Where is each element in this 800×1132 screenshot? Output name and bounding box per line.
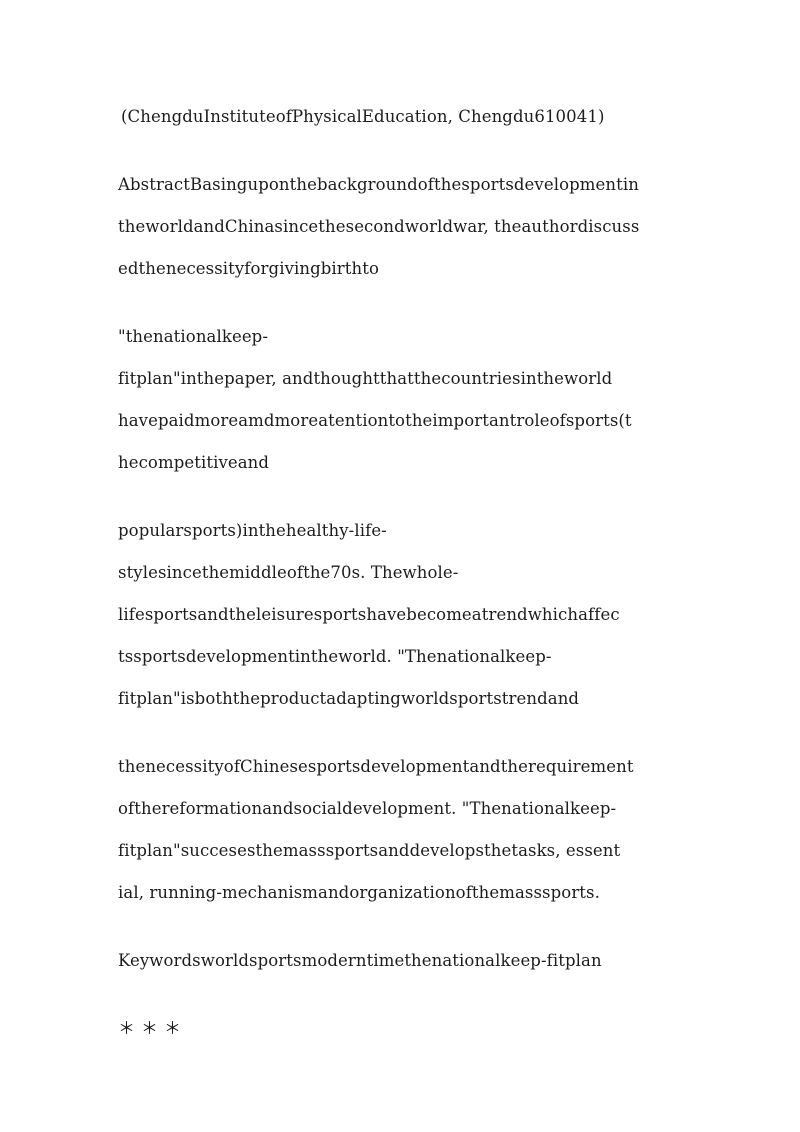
quote-line: fitplan"inthepaper, andthoughtthatthecou… [118,369,613,388]
popular-sports-paragraph: popularsports)inthehealthy-life- stylesi… [118,510,684,720]
keywords-paragraph: Keywordsworldsportsmoderntimethenational… [118,940,684,982]
popular-line: popularsports)inthehealthy-life- [118,521,387,540]
necessity-line: ofthereformationandsocialdevelopment. "T… [118,799,617,818]
abstract-line: theworldandChinasincethesecondworldwar, … [118,217,640,236]
affiliation-line: (ChengduInstituteofPhysicalEducation, Ch… [121,107,605,126]
abstract-paragraph: AbstractBasinguponthebackgroundofthespor… [118,164,684,290]
popular-line: tssportsdevelopmentintheworld. "Thenatio… [118,647,552,666]
abstract-line: edthenecessityforgivingbirthto [118,259,380,278]
abstract-line: AbstractBasinguponthebackgroundofthespor… [118,175,639,194]
popular-line: stylesincethemiddleofthe70s. Thewhole- [118,563,459,582]
asterisk-separator-line: ＊＊＊ [118,1019,187,1039]
affiliation-paragraph: (ChengduInstituteofPhysicalEducation, Ch… [118,96,684,138]
quote-line: hecompetitiveand [118,453,270,472]
popular-line: lifesportsandtheleisuresportshavebecomea… [118,605,620,624]
necessity-line: ial, running-mechanismandorganizationoft… [118,883,600,902]
quote-paragraph: "thenationalkeep- fitplan"inthepaper, an… [118,316,684,484]
keywords-line: Keywordsworldsportsmoderntimethenational… [118,951,602,970]
popular-line: fitplan"isboththeproductadaptingworldspo… [118,689,580,708]
document-page: (ChengduInstituteofPhysicalEducation, Ch… [0,0,800,1132]
necessity-paragraph: thenecessityofChinesesportsdevelopmentan… [118,746,684,914]
necessity-line: fitplan"succesesthemasssportsanddevelops… [118,841,621,860]
quote-line: "thenationalkeep- [118,327,269,346]
document-body: (ChengduInstituteofPhysicalEducation, Ch… [118,96,684,1050]
quote-line: havepaidmoreamdmoreatentiontotheimportan… [118,411,632,430]
section-separator: ＊＊＊ [118,1008,684,1050]
necessity-line: thenecessityofChinesesportsdevelopmentan… [118,757,634,776]
